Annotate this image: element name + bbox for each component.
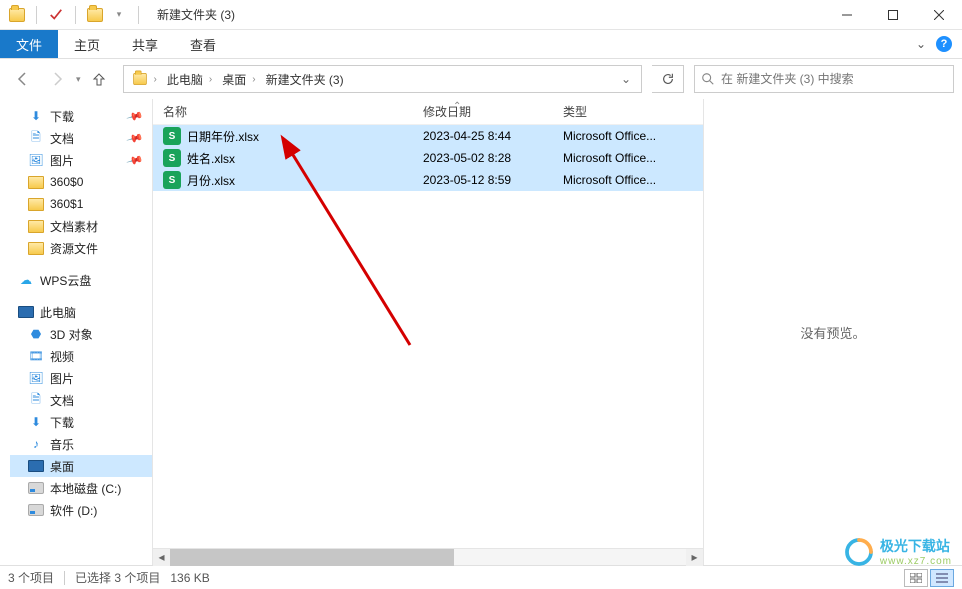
search-icon [701,72,715,86]
nav-pc-downloads[interactable]: ⬇下载 [10,411,152,433]
nav-pc-pictures[interactable]: 🖼图片 [10,367,152,389]
xlsx-icon: S [163,171,181,189]
status-size: 136 KB [170,571,209,585]
breadcrumb-segment: 桌面› [218,66,261,92]
column-headers[interactable]: 名称 ⌃ 修改日期 类型 [153,99,703,125]
file-date: 2023-05-02 8:28 [413,151,553,165]
xlsx-icon: S [163,149,181,167]
scroll-thumb[interactable] [170,549,454,566]
nav-quick-folder[interactable]: 文档素材 [10,215,152,237]
qat-folder-icon[interactable] [86,6,104,24]
tab-view[interactable]: 查看 [174,30,232,58]
qat-check-icon[interactable] [47,6,65,24]
file-name: 日期年份.xlsx [187,128,259,145]
horizontal-scrollbar[interactable]: ◂ ▸ [153,548,703,565]
tab-file[interactable]: 文件 [0,30,58,58]
view-tiles-button[interactable] [904,569,928,587]
nav-toolbar: ▾ › 此电脑› 桌面› 新建文件夹 (3) ⌄ [0,59,962,99]
qat-dropdown-icon[interactable]: ▾ [110,6,128,24]
column-name[interactable]: 名称 [153,103,413,120]
address-bar[interactable]: › 此电脑› 桌面› 新建文件夹 (3) ⌄ [123,65,642,93]
sort-indicator-icon: ⌃ [453,101,461,112]
file-type: Microsoft Office... [553,129,703,143]
nav-wps-cloud[interactable]: ☁WPS云盘 [10,269,152,291]
file-type: Microsoft Office... [553,173,703,187]
file-type: Microsoft Office... [553,151,703,165]
back-button[interactable] [8,65,38,93]
folder-app-icon [8,6,26,24]
nav-pc-music[interactable]: ♪音乐 [10,433,152,455]
watermark-brand: 极光下载站 [880,536,952,556]
pin-icon: 📌 [126,107,144,125]
folder-icon [133,73,147,85]
file-list: 名称 ⌃ 修改日期 类型 S 日期年份.xlsx 2023-04-25 8:44 … [153,99,704,565]
file-date: 2023-05-12 8:59 [413,173,553,187]
pin-icon: 📌 [126,129,144,147]
window-title: 新建文件夹 (3) [157,6,235,23]
titlebar: ▾ 新建文件夹 (3) [0,0,962,30]
column-type[interactable]: 类型 [553,103,703,120]
view-details-button[interactable] [930,569,954,587]
preview-empty-text: 没有预览。 [800,323,865,342]
nav-quick-folder[interactable]: 资源文件 [10,237,152,259]
forward-button[interactable] [42,65,72,93]
up-button[interactable] [85,65,113,93]
table-row[interactable]: S 月份.xlsx 2023-05-12 8:59 Microsoft Offic… [153,169,703,191]
file-date: 2023-04-25 8:44 [413,129,553,143]
ribbon: 文件 主页 共享 查看 ⌄ ? [0,30,962,58]
breadcrumb-segment: 新建文件夹 (3) [262,66,348,92]
table-row[interactable]: S 姓名.xlsx 2023-05-02 8:28 Microsoft Offic… [153,147,703,169]
nav-pc-disk-c[interactable]: 本地磁盘 (C:) [10,477,152,499]
column-date[interactable]: 修改日期 [413,103,553,120]
breadcrumb-segment: 此电脑› [163,66,218,92]
file-name: 姓名.xlsx [187,150,235,167]
refresh-button[interactable] [652,65,684,93]
search-input[interactable] [721,72,947,86]
nav-pc-3d[interactable]: ⬣3D 对象 [10,323,152,345]
search-box[interactable] [694,65,954,93]
nav-quick-folder[interactable]: 360$1 [10,193,152,215]
status-item-count: 3 个项目 [8,569,54,586]
nav-pc-documents[interactable]: 🗎文档 [10,389,152,411]
nav-quick-documents[interactable]: 🗎文档📌 [10,127,152,149]
nav-pc-desktop[interactable]: 桌面 [10,455,152,477]
nav-this-pc[interactable]: 此电脑 [10,301,152,323]
ribbon-collapse-icon[interactable]: ⌄ [916,37,926,51]
status-selected-count: 已选择 3 个项目 [75,569,160,586]
maximize-button[interactable] [870,0,916,29]
scroll-right-icon[interactable]: ▸ [686,549,703,566]
nav-quick-folder[interactable]: 360$0 [10,171,152,193]
watermark-logo-icon [844,537,874,567]
scroll-left-icon[interactable]: ◂ [153,549,170,566]
preview-pane: 没有预览。 [704,99,962,565]
nav-quick-downloads[interactable]: ⬇下载📌 [10,105,152,127]
nav-pc-disk-d[interactable]: 软件 (D:) [10,499,152,521]
close-button[interactable] [916,0,962,29]
xlsx-icon: S [163,127,181,145]
tab-share[interactable]: 共享 [116,30,174,58]
minimize-button[interactable] [824,0,870,29]
help-icon[interactable]: ? [936,36,952,52]
watermark-url: www.xz7.com [880,556,952,567]
tab-home[interactable]: 主页 [58,30,116,58]
pin-icon: 📌 [126,151,144,169]
status-bar: 3 个项目 已选择 3 个项目 136 KB [0,565,962,589]
address-dropdown-icon[interactable]: ⌄ [615,72,637,86]
nav-pc-videos[interactable]: 🎞视频 [10,345,152,367]
watermark: 极光下载站 www.xz7.com [844,536,952,567]
table-row[interactable]: S 日期年份.xlsx 2023-04-25 8:44 Microsoft Off… [153,125,703,147]
navigation-pane[interactable]: ⬇下载📌 🗎文档📌 🖼图片📌 360$0 360$1 文档素材 资源文件 ☁WP… [0,99,153,565]
file-name: 月份.xlsx [187,172,235,189]
nav-quick-pictures[interactable]: 🖼图片📌 [10,149,152,171]
history-dropdown-icon[interactable]: ▾ [76,74,81,85]
